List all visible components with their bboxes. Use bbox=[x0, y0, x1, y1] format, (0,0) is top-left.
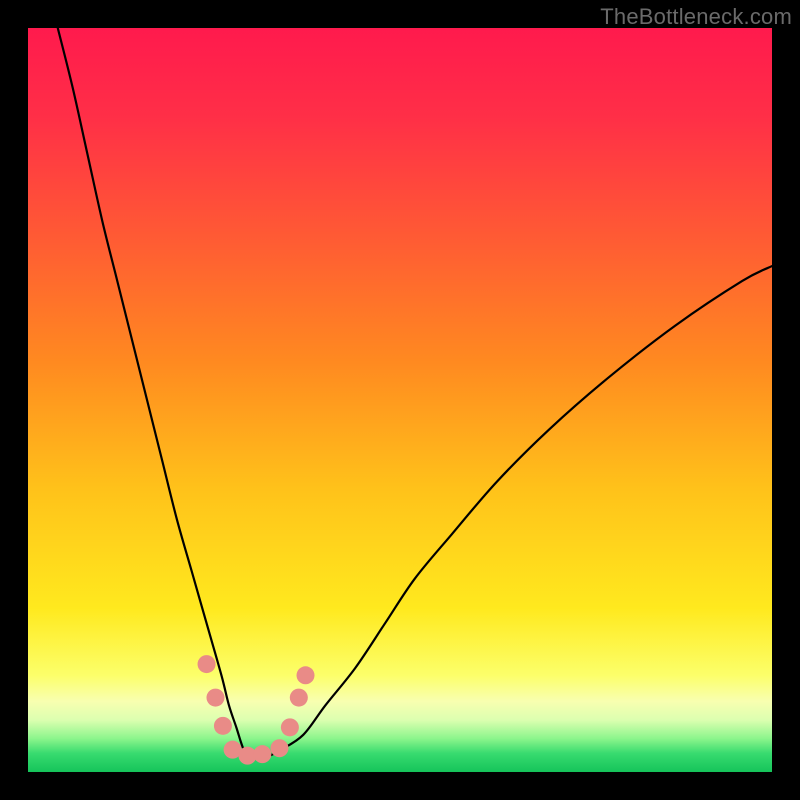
data-marker bbox=[297, 666, 315, 684]
chart-frame: TheBottleneck.com bbox=[0, 0, 800, 800]
plot-area bbox=[28, 28, 772, 772]
data-marker bbox=[206, 689, 224, 707]
watermark-text: TheBottleneck.com bbox=[600, 4, 792, 30]
data-marker bbox=[281, 718, 299, 736]
data-marker bbox=[214, 717, 232, 735]
data-marker bbox=[290, 689, 308, 707]
data-marker bbox=[253, 745, 271, 763]
data-marker bbox=[198, 655, 216, 673]
chart-svg bbox=[28, 28, 772, 772]
bottleneck-curve bbox=[58, 28, 772, 758]
data-marker bbox=[270, 739, 288, 757]
marker-group bbox=[198, 655, 315, 765]
